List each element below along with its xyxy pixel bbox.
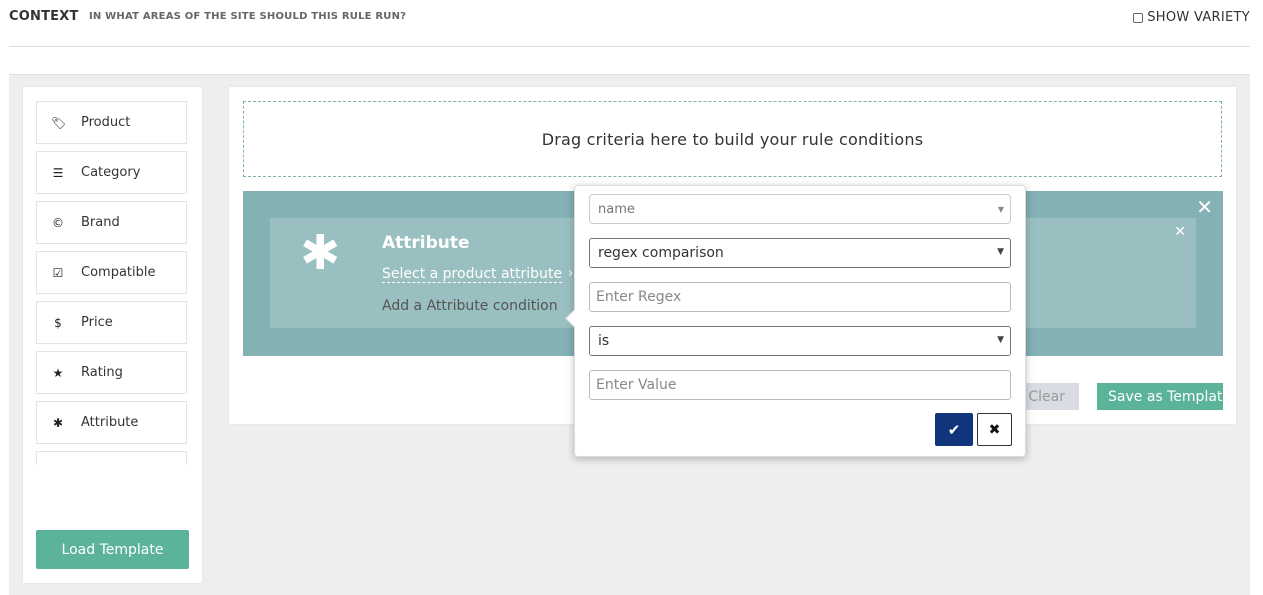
context-header: CONTEXT IN WHAT AREAS OF THE SITE SHOULD… [9,0,1250,47]
criteria-category[interactable]: ☰ Category [36,151,187,194]
criteria-attribute[interactable]: ✱ Attribute [36,401,187,444]
condition-title: Attribute [382,233,470,253]
criteria-price[interactable]: $ Price [36,301,187,344]
context-title: CONTEXT [9,9,79,24]
comparison-type-select[interactable]: regex comparison ▼ [589,238,1011,268]
tag-icon: 🏷 [51,115,67,130]
show-variety-checkbox[interactable] [1133,12,1144,23]
star-icon: ★ [52,365,64,380]
check-square-icon: ☑ [52,265,64,280]
check-icon: ✔ [947,420,961,439]
criteria-label: Product [81,115,131,130]
criteria-compatible[interactable]: ☑ Compatible [36,251,187,294]
value-placeholder: Enter Value [596,377,677,393]
regex-input[interactable]: Enter Regex [589,282,1011,312]
cancel-button[interactable]: ✖ [977,413,1012,446]
criteria-brand[interactable]: © Brand [36,201,187,244]
criteria-label: Category [81,165,141,180]
criteria-label: Compatible [81,265,156,280]
group-close-icon[interactable]: ✕ [1196,195,1213,219]
criteria-sidebar: 🏷 Product ☰ Category © Brand ☑ Compatibl… [23,87,202,583]
regex-placeholder: Enter Regex [596,289,682,305]
sidebar-spacer [23,465,187,539]
load-template-button[interactable]: Load Template [36,530,189,569]
criteria-label: Price [81,315,113,330]
attribute-name-value: name [598,201,635,217]
operator-value: is [598,333,610,349]
chevron-right-icon: › [568,266,574,281]
context-subtitle: IN WHAT AREAS OF THE SITE SHOULD THIS RU… [89,11,407,22]
criteria-label: Rating [81,365,123,380]
criteria-partial-item [36,451,187,465]
dollar-icon: $ [54,315,62,330]
list-icon: ☰ [52,165,64,180]
copyright-icon: © [52,215,64,230]
criteria-product[interactable]: 🏷 Product [36,101,187,144]
close-icon: ✖ [988,421,1001,438]
asterisk-icon: ✱ [52,415,64,430]
show-variety-label: SHOW VARIETY [1147,10,1250,25]
attribute-name-select[interactable]: name ▼ [589,194,1011,224]
condition-close-icon[interactable]: ✕ [1174,224,1186,240]
criteria-drop-zone[interactable]: Drag criteria here to build your rule co… [243,101,1222,177]
criteria-rating[interactable]: ★ Rating [36,351,187,394]
criteria-label: Attribute [81,415,139,430]
chevron-down-icon: ▼ [997,335,1004,345]
caret-down-icon: ▼ [997,205,1004,214]
add-condition-link[interactable]: Add a Attribute condition [382,298,558,314]
confirm-button[interactable]: ✔ [935,413,973,446]
save-as-template-button[interactable]: Save as Template [1097,383,1223,410]
value-input[interactable]: Enter Value [589,370,1011,400]
select-attribute-link[interactable]: Select a product attribute [382,266,563,283]
attribute-condition-popover: name ▼ regex comparison ▼ Enter Regex is… [565,185,1026,457]
show-variety-toggle[interactable]: SHOW VARIETY [1133,10,1250,25]
operator-select[interactable]: is ▼ [589,326,1011,356]
chevron-down-icon: ▼ [997,247,1004,257]
comparison-type-value: regex comparison [598,245,724,261]
criteria-label: Brand [81,215,120,230]
asterisk-icon: ✱ [300,225,341,281]
